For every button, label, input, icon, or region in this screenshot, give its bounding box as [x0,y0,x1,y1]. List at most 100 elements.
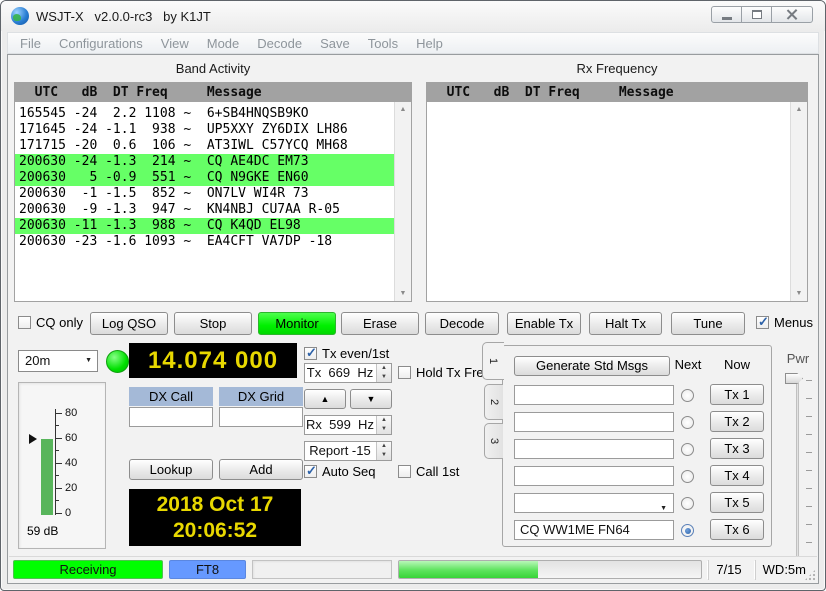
lookup-button[interactable]: Lookup [129,459,213,480]
tx4-button[interactable]: Tx 4 [710,465,764,486]
spin-down-icon[interactable]: ▼ [377,425,391,434]
tab-3[interactable]: 3 [484,423,503,459]
rx-freq-spinner[interactable]: Rx 599 Hz ▲ ▼ [304,415,392,435]
decode-row[interactable]: 200630 5 -0.9 551 ~ CQ N9GKE EN60 [15,170,394,186]
close-button[interactable] [771,6,813,23]
rx-frequency-rows[interactable] [427,102,790,301]
decode-row[interactable]: 200630 -23 -1.6 1093 ~ EA4CFT VA7DP -18 [15,234,394,250]
decode-row[interactable]: 171715 -20 0.6 106 ~ AT3IWL C57YCQ MH68 [15,138,394,154]
dropdown-arrow-icon: ▼ [660,500,667,518]
spinner-arrows[interactable]: ▲ ▼ [376,442,391,460]
minimize-button[interactable] [711,6,742,23]
decode-row[interactable]: 200630 -11 -1.3 988 ~ CQ K4QD EL98 [15,218,394,234]
next-radio-1[interactable] [681,389,694,402]
spin-up-icon[interactable]: ▲ [377,442,391,451]
decode-button[interactable]: Decode [425,312,499,335]
menu-item-mode[interactable]: Mode [198,36,249,51]
tx-message-field-1[interactable] [514,385,674,405]
scroll-up-icon[interactable]: ▲ [395,106,411,113]
decode-row[interactable]: 171645 -24 -1.1 938 ~ UP5XXY ZY6DIX LH86 [15,122,394,138]
freq-down-button[interactable]: ▼ [350,389,392,409]
menu-item-tools[interactable]: Tools [359,36,407,51]
pwr-slider-track[interactable] [796,375,799,561]
checkbox-icon[interactable] [304,465,317,478]
dx-call-input[interactable] [129,407,213,427]
tx-even-checkbox[interactable]: Tx even/1st [304,346,389,361]
call-1st-checkbox[interactable]: Call 1st [398,464,459,479]
spin-up-icon[interactable]: ▲ [377,364,391,373]
generate-std-msgs-button[interactable]: Generate Std Msgs [514,356,670,376]
band-activity-rows[interactable]: 165545 -24 2.2 1108 ~ 6+SB4HNQSB9KO17164… [15,102,394,301]
tx5-button[interactable]: Tx 5 [710,492,764,513]
time-display: 20:06:52 [129,518,301,544]
decode-row[interactable]: 200630 -24 -1.3 214 ~ CQ AE4DC EM73 [15,154,394,170]
spin-up-icon[interactable]: ▲ [377,416,391,425]
tune-button[interactable]: Tune [671,312,745,335]
rx-frequency-scrollbar[interactable]: ▲ ▼ [790,102,807,301]
spin-down-icon[interactable]: ▼ [377,373,391,382]
band-select[interactable]: 20m ▼ [18,350,98,372]
meter-tick-label: 20 [65,483,77,494]
scroll-down-icon[interactable]: ▼ [395,290,411,297]
frequency-display: 14.074 000 [129,343,297,378]
now-column-label: Now [715,357,759,372]
band-activity-scrollbar[interactable]: ▲ ▼ [394,102,411,301]
spinner-arrows[interactable]: ▲ ▼ [376,364,391,382]
hold-tx-freq-checkbox[interactable]: Hold Tx Freq [398,365,491,380]
next-radio-3[interactable] [681,443,694,456]
freq-up-button[interactable]: ▲ [304,389,346,409]
tx-message-field-4[interactable] [514,466,674,486]
menu-item-configurations[interactable]: Configurations [50,36,152,51]
scroll-down-icon[interactable]: ▼ [791,290,807,297]
maximize-button[interactable] [741,6,772,23]
spinner-arrows[interactable]: ▲ ▼ [376,416,391,434]
tx6-button[interactable]: Tx 6 [710,519,764,540]
next-radio-2[interactable] [681,416,694,429]
cq-only-checkbox[interactable]: CQ only [18,315,83,330]
checkbox-icon[interactable] [18,316,31,329]
menu-item-file[interactable]: File [11,36,50,51]
report-value: Report -15 [305,442,375,460]
tx1-button[interactable]: Tx 1 [710,384,764,405]
tx-message-field-3[interactable] [514,439,674,459]
auto-seq-checkbox[interactable]: Auto Seq [304,464,376,479]
tx-message-field-2[interactable] [514,412,674,432]
log-qso-button[interactable]: Log QSO [90,312,168,335]
title-bar[interactable]: WSJT-X v2.0.0-rc3 by K1JT [1,1,825,31]
meter-tick-label: 60 [65,433,77,444]
checkbox-icon[interactable] [398,366,411,379]
scroll-up-icon[interactable]: ▲ [791,106,807,113]
next-radio-4[interactable] [681,470,694,483]
tx3-button[interactable]: Tx 3 [710,438,764,459]
halt-tx-button[interactable]: Halt Tx [589,312,662,335]
next-radio-5[interactable] [681,497,694,510]
add-button[interactable]: Add [219,459,303,480]
menu-item-save[interactable]: Save [311,36,359,51]
next-radio-6[interactable] [681,524,694,537]
monitor-button[interactable]: Monitor [258,312,336,335]
dx-grid-input[interactable] [219,407,303,427]
decode-row[interactable]: 200630 -1 -1.5 852 ~ ON7LV WI4R 73 [15,186,394,202]
checkbox-icon[interactable] [304,347,317,360]
enable-tx-button[interactable]: Enable Tx [507,312,581,335]
tx-freq-spinner[interactable]: Tx 669 Hz ▲ ▼ [304,363,392,383]
tx-message-field-6[interactable]: CQ WW1ME FN64 [514,520,674,540]
spin-down-icon[interactable]: ▼ [377,451,391,460]
checkbox-icon[interactable] [756,316,769,329]
checkbox-icon[interactable] [398,465,411,478]
stop-button[interactable]: Stop [174,312,252,335]
tab-1[interactable]: 1 [482,342,504,380]
tab-2[interactable]: 2 [484,384,503,420]
menus-checkbox[interactable]: Menus [756,315,813,330]
decode-row[interactable]: 165545 -24 2.2 1108 ~ 6+SB4HNQSB9KO [15,106,394,122]
report-spinner[interactable]: Report -15 ▲ ▼ [304,441,392,461]
tx-message-field-5[interactable]: ▼ [514,493,674,513]
tx2-button[interactable]: Tx 2 [710,411,764,432]
menu-item-help[interactable]: Help [407,36,452,51]
menu-item-view[interactable]: View [152,36,198,51]
pwr-slider-handle[interactable] [785,373,803,384]
erase-button[interactable]: Erase [341,312,419,335]
decode-row[interactable]: 200630 -9 -1.3 947 ~ KN4NBJ CU7AA R-05 [15,202,394,218]
meter-level-bar [41,439,53,515]
menu-item-decode[interactable]: Decode [248,36,311,51]
